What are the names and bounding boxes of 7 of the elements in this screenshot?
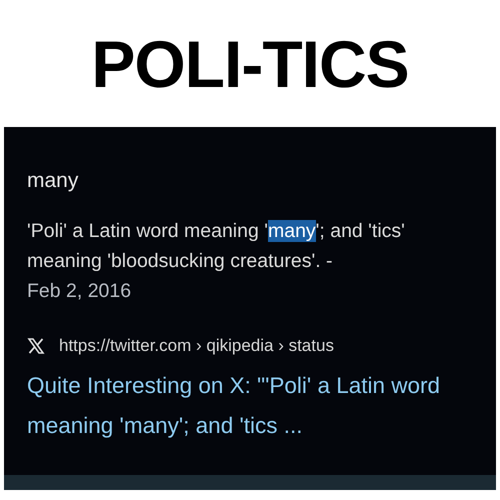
x-logo-icon (27, 337, 45, 355)
result-title-link[interactable]: Quite Interesting on X: "'Poli' a Latin word meaning 'many'; and 'tics ... (27, 366, 467, 446)
caption-title: POLI-TICS (90, 26, 410, 102)
result-heading: many (27, 169, 78, 193)
result-snippet: 'Poli' a Latin word meaning 'many'; and 'tics' meaning 'bloodsucking creatures'. - (27, 219, 406, 274)
source-url[interactable]: https://twitter.com › qikipedia › status (59, 336, 334, 356)
result-date: Feb 2, 2016 (27, 279, 132, 304)
